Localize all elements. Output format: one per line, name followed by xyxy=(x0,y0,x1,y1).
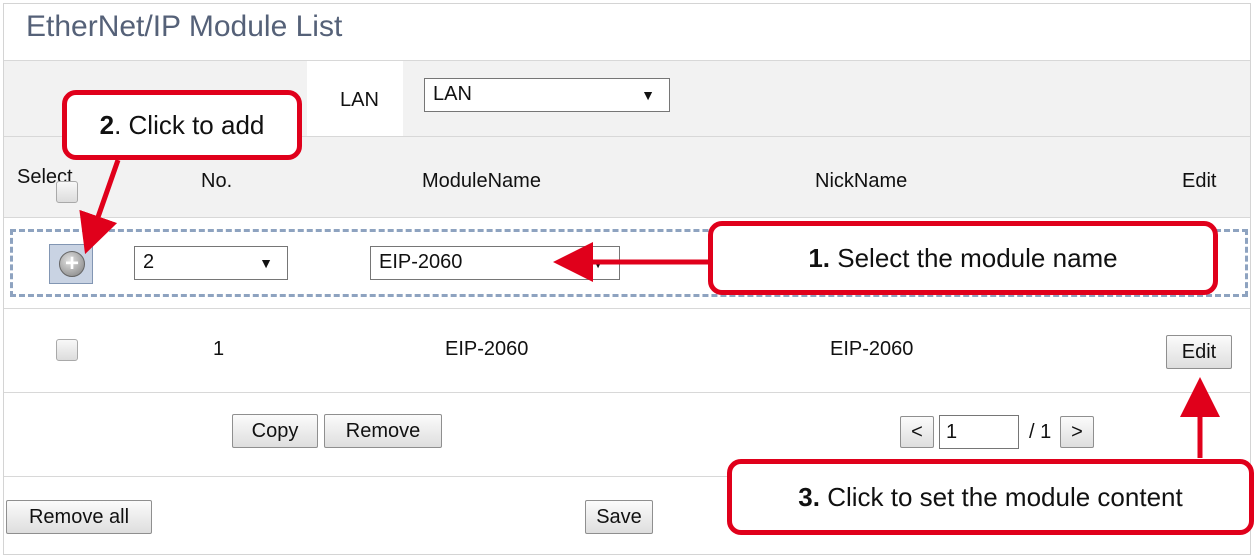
callout-step1-text: Select the module name xyxy=(830,243,1118,273)
callout-step2-text: . Click to add xyxy=(114,110,265,140)
arrow-step2 xyxy=(79,159,121,255)
callout-step2: 2. Click to add xyxy=(62,90,302,160)
callout-step1: 1. Select the module name xyxy=(708,221,1218,295)
callout-step3: 3. Click to set the module content xyxy=(727,459,1254,535)
callout-step3-number: 3. xyxy=(798,482,820,512)
callout-step3-text: Click to set the module content xyxy=(819,482,1183,512)
callout-step2-number: 2 xyxy=(99,110,115,140)
callout-step1-number: 1. xyxy=(808,243,831,273)
